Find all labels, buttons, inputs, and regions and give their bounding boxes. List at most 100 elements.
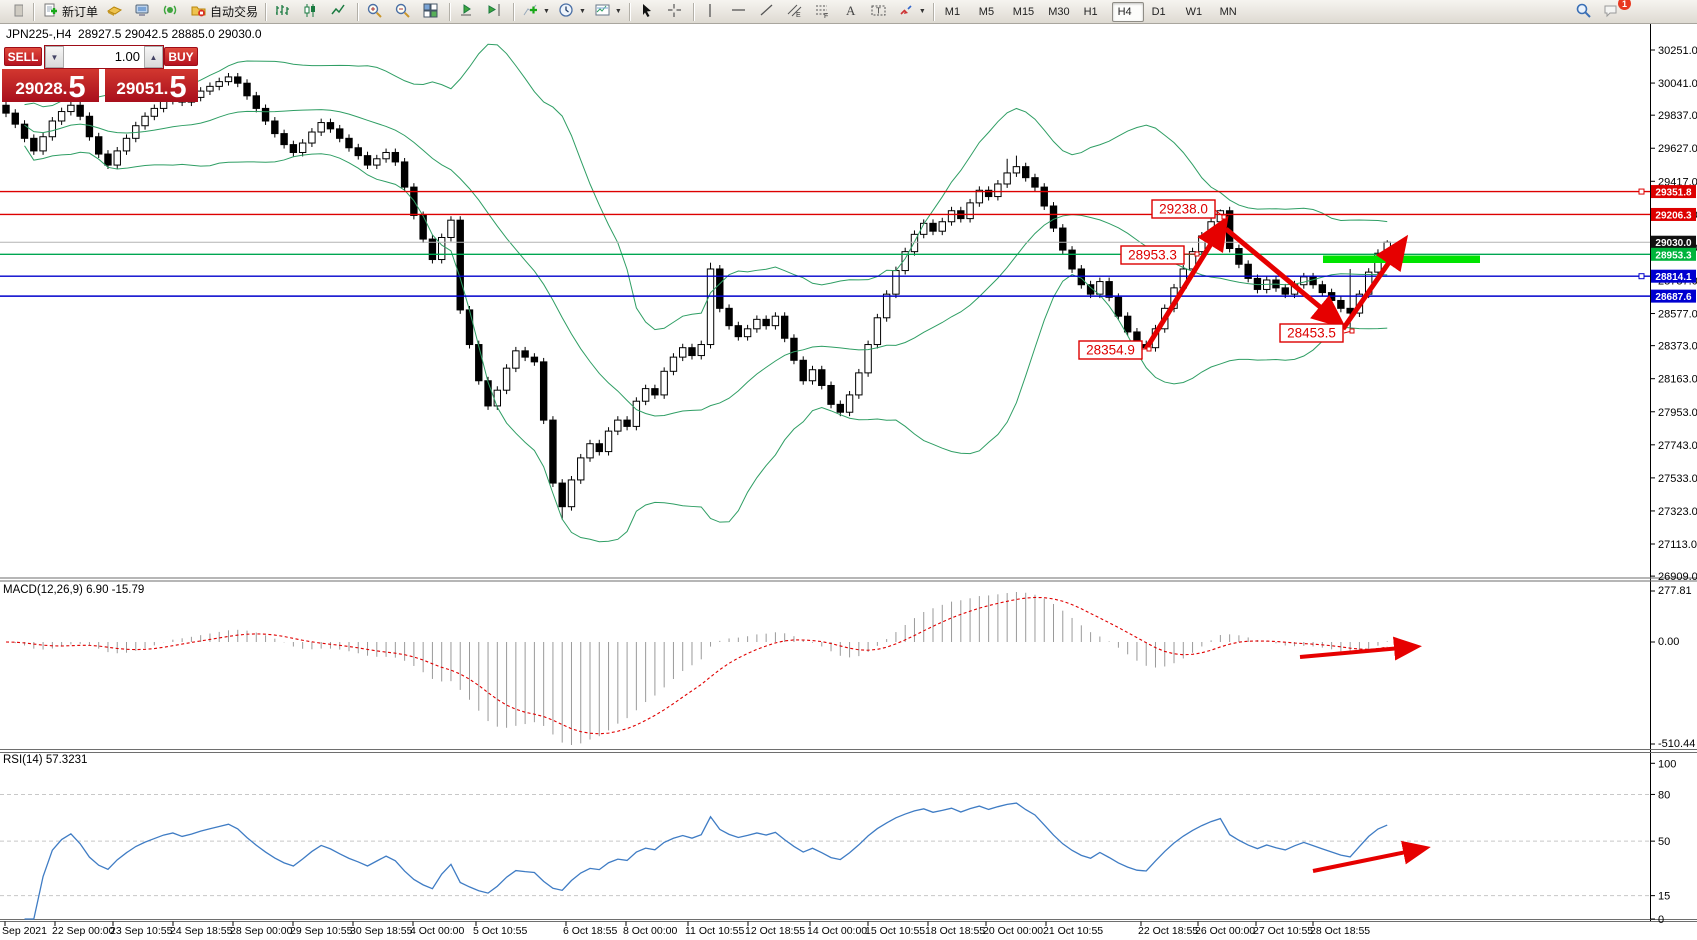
timeframe-m30[interactable]: M30 [1042,2,1075,22]
axis-badge: 29351.8 [1651,185,1696,199]
chart-canvas: 29238.028953.328354.928453.530251.030041… [0,24,1697,940]
trendline-button[interactable] [755,1,781,23]
tile-windows-button[interactable] [419,1,445,23]
candle-body [31,138,37,151]
timeframe-m1[interactable]: M1 [939,2,971,22]
volume-increase-button[interactable]: ▲ [144,46,163,68]
timeline-label[interactable]: 26 Oct 00:00 [1195,925,1255,937]
price-annotation-label[interactable]: 28453.5 [1280,324,1354,342]
cursor-button[interactable] [635,1,661,23]
timeframe-h4[interactable]: H4 [1112,2,1144,22]
candle-body [800,360,806,380]
equidistant-channel-button[interactable]: E [783,1,809,23]
zoom-in-button[interactable] [363,1,389,23]
chevron-down-icon: ▼ [615,8,622,15]
candle-body [476,345,482,381]
timeframe-m5[interactable]: M5 [973,2,1005,22]
timeline-label[interactable]: 5 Oct 10:55 [473,925,527,937]
price-annotation-label[interactable]: 28354.9 [1079,341,1151,359]
timeline-label[interactable]: 14 Oct 00:00 [807,925,867,937]
green-support-zone[interactable] [1323,256,1480,264]
hline-handle[interactable] [1639,189,1644,194]
price-annotation-label[interactable]: 29238.0 [1152,200,1226,219]
templates-button[interactable]: ▼ [591,1,625,23]
zoom-out-button[interactable] [391,1,417,23]
axis-tick-label: 27113.0 [1658,539,1697,551]
timeline-label[interactable]: 28 Oct 18:55 [1310,925,1370,937]
fibonacci-button[interactable]: F [811,1,837,23]
rsi-axis-label: 50 [1658,836,1670,848]
market-watch-button[interactable] [103,1,129,23]
search-button[interactable] [1572,1,1598,23]
timeline-label[interactable]: 20 Oct 00:00 [983,925,1043,937]
terminal-icon [134,2,151,22]
timeframe-d1[interactable]: D1 [1146,2,1178,22]
axis-tick-label: 30041.0 [1658,78,1697,90]
timeline-label[interactable]: 23 Sep 10:55 [110,925,173,937]
text-button[interactable]: A [839,1,865,23]
timeline-label[interactable]: 4 Oct 00:00 [410,925,464,937]
timeline-label[interactable]: 12 Oct 18:55 [745,925,805,937]
arrows-button[interactable]: ▼ [895,1,929,23]
timeline-label[interactable]: 24 Sep 18:55 [170,925,233,937]
timeframe-m15[interactable]: M15 [1007,2,1040,22]
buy-button[interactable]: BUY [164,47,198,66]
axis-badge: 29030.0 [1651,236,1696,250]
timeline-label[interactable]: 6 Oct 18:55 [563,925,617,937]
candle-body [781,316,787,338]
timeline-label[interactable]: 22 Oct 18:55 [1138,925,1198,937]
sell-button[interactable]: SELL [4,47,42,66]
svg-text:28354.9: 28354.9 [1086,343,1135,358]
line-chart-button[interactable] [327,1,353,23]
chart-shift-button[interactable] [483,1,509,23]
terminal-button[interactable] [131,1,157,23]
toolbar-separator [629,3,631,21]
sell-price-panel[interactable]: 29028. 5 [2,69,99,102]
timeline-label[interactable]: 18 Oct 18:55 [925,925,985,937]
timeline-label[interactable]: 15 Oct 10:55 [865,925,925,937]
horizontal-line-button[interactable] [727,1,753,23]
timeframe-mn[interactable]: MN [1214,2,1246,22]
bar-chart-icon [274,2,291,22]
periods-button[interactable]: ▼ [555,1,589,23]
candlestick-button[interactable] [299,1,325,23]
vertical-line-button[interactable] [699,1,725,23]
candle-body [1023,167,1029,178]
hline-handle[interactable] [1639,274,1644,279]
svg-text:28814.1: 28814.1 [1655,272,1692,283]
volume-input[interactable]: 1.00 [64,46,144,68]
chevron-down-icon: ▼ [543,8,550,15]
indicators-button[interactable]: ▼ [519,1,553,23]
timeline-label[interactable]: 21 Oct 10:55 [1043,925,1103,937]
timeline-label[interactable]: 30 Sep 18:55 [350,925,413,937]
clipped-icon[interactable] [3,1,29,23]
volume-decrease-button[interactable]: ▼ [45,46,64,68]
timeline-label[interactable]: 28 Sep 00:00 [230,925,293,937]
chat-button[interactable]: 1 [1600,1,1626,23]
candle-body [568,480,574,507]
bar-chart-button[interactable] [271,1,297,23]
candle-body [40,137,46,151]
buy-price-panel[interactable]: 29051. 5 [105,69,198,102]
new-order-button[interactable]: 新订单 [39,1,101,23]
crosshair-icon [666,2,683,22]
autotrading-button-label: 自动交易 [210,3,258,20]
signals-button[interactable] [159,1,185,23]
signals-icon [162,2,179,22]
timeline-label[interactable]: 29 Sep 10:55 [290,925,353,937]
crosshair-button[interactable] [663,1,689,23]
timeline-label[interactable]: Sep 2021 [2,925,47,937]
auto-scroll-button[interactable] [455,1,481,23]
candle-body [420,215,426,239]
timeline-label[interactable]: 27 Oct 10:55 [1253,925,1313,937]
timeline-label[interactable]: 11 Oct 10:55 [685,925,745,937]
text-label-button[interactable]: T [867,1,893,23]
chart-shift-icon [486,2,503,22]
autotrading-button[interactable]: 自动交易 [187,1,261,23]
timeline-label[interactable]: 8 Oct 00:00 [623,925,677,937]
timeline-label[interactable]: 22 Sep 00:00 [52,925,115,937]
timeframe-w1[interactable]: W1 [1180,2,1212,22]
candle-body [225,77,231,82]
candle-body [1208,222,1214,236]
timeframe-h1[interactable]: H1 [1078,2,1110,22]
